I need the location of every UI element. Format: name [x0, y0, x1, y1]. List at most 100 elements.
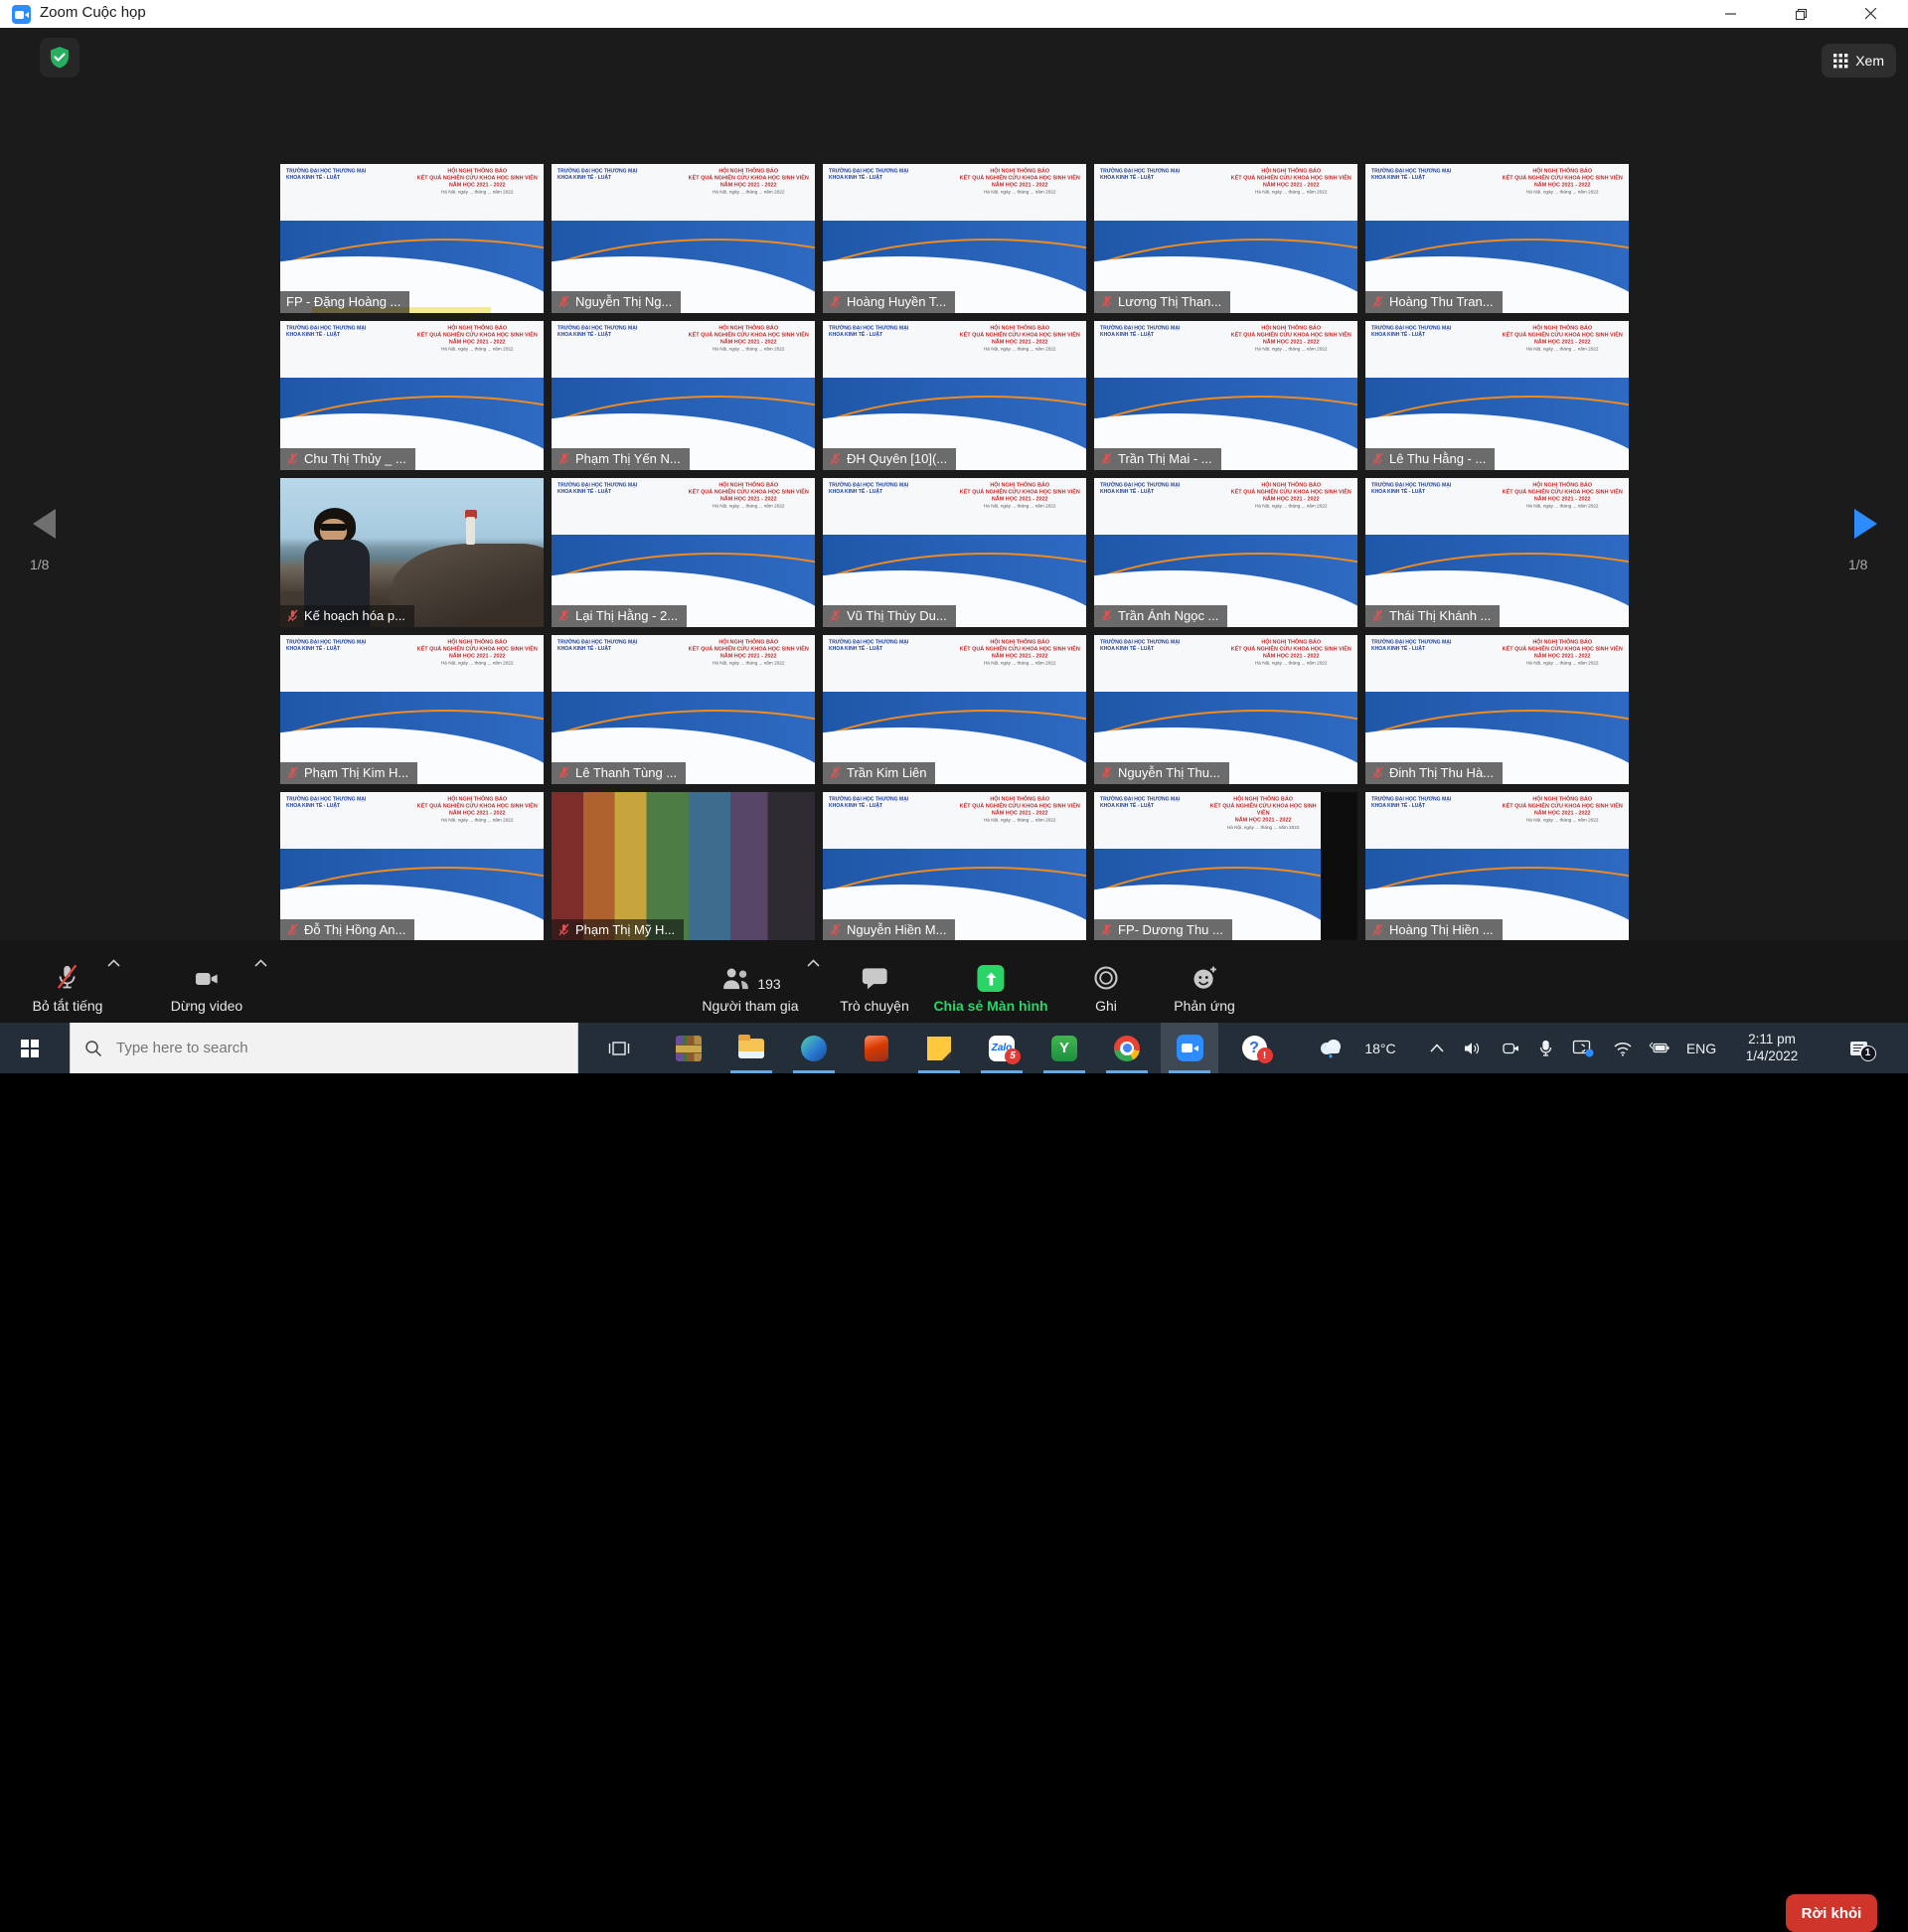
- participant-tile[interactable]: TRƯỜNG ĐẠI HỌC THƯƠNG MẠIKHOA KINH TẾ - …: [823, 321, 1086, 470]
- security-shield-icon[interactable]: [40, 38, 80, 78]
- wifi-icon[interactable]: [1608, 1023, 1638, 1073]
- participant-tile[interactable]: TRƯỜNG ĐẠI HỌC THƯƠNG MẠIKHOA KINH TẾ - …: [552, 635, 815, 784]
- minimize-button[interactable]: [1696, 0, 1766, 28]
- slide-university-text: TRƯỜNG ĐẠI HỌC THƯƠNG MẠIKHOA KINH TẾ - …: [1100, 168, 1180, 181]
- participant-tile[interactable]: TRƯỜNG ĐẠI HỌC THƯƠNG MẠIKHOA KINH TẾ - …: [1094, 321, 1357, 470]
- temperature-label[interactable]: 18°C: [1357, 1023, 1403, 1073]
- participant-name: Phạm Thị Kim H...: [304, 764, 408, 781]
- slide-university-text: TRƯỜNG ĐẠI HỌC THƯƠNG MẠIKHOA KINH TẾ - …: [829, 796, 908, 809]
- notification-center-button[interactable]: 1: [1836, 1023, 1880, 1073]
- participant-tile[interactable]: TRƯỜNG ĐẠI HỌC THƯƠNG MẠIKHOA KINH TẾ - …: [552, 478, 815, 627]
- taskbar-app-edge[interactable]: [785, 1023, 843, 1073]
- taskbar-search[interactable]: [70, 1023, 578, 1073]
- leave-meeting-button[interactable]: Rời khỏi: [1786, 1894, 1877, 1932]
- chat-label: Trò chuyện: [840, 998, 909, 1014]
- participant-name: Lê Thu Hằng - ...: [1389, 450, 1486, 467]
- camera-tray-icon[interactable]: [1496, 1023, 1525, 1073]
- participant-tile[interactable]: TRƯỜNG ĐẠI HỌC THƯƠNG MẠIKHOA KINH TẾ - …: [1094, 792, 1357, 941]
- participant-tile[interactable]: TRƯỜNG ĐẠI HỌC THƯƠNG MẠIKHOA KINH TẾ - …: [1094, 635, 1357, 784]
- participant-tile[interactable]: TRƯỜNG ĐẠI HỌC THƯƠNG MẠIKHOA KINH TẾ - …: [823, 792, 1086, 941]
- slide-university-text: TRƯỜNG ĐẠI HỌC THƯƠNG MẠIKHOA KINH TẾ - …: [829, 639, 908, 652]
- participant-name-bar: Vũ Thị Thùy Du...: [823, 605, 956, 627]
- slide-university-text: TRƯỜNG ĐẠI HỌC THƯƠNG MẠIKHOA KINH TẾ - …: [1371, 168, 1451, 181]
- share-screen-label: Chia sẻ Màn hình: [933, 998, 1047, 1014]
- participant-tile[interactable]: TRƯỜNG ĐẠI HỌC THƯƠNG MẠIKHOA KINH TẾ - …: [823, 164, 1086, 313]
- participant-name-bar: Lương Thị Than...: [1094, 291, 1230, 313]
- restore-button[interactable]: [1766, 0, 1835, 28]
- previous-page-arrow[interactable]: [33, 509, 56, 539]
- microphone-tray-icon[interactable]: [1531, 1023, 1559, 1073]
- video-options-caret[interactable]: [254, 954, 267, 972]
- weather-icon[interactable]: [1314, 1023, 1348, 1073]
- view-button[interactable]: Xem: [1822, 44, 1896, 78]
- close-button[interactable]: [1836, 0, 1906, 28]
- participant-tile[interactable]: TRƯỜNG ĐẠI HỌC THƯƠNG MẠIKHOA KINH TẾ - …: [280, 635, 544, 784]
- participant-tile[interactable]: Phạm Thị Mỹ H...: [552, 792, 815, 941]
- next-page-arrow[interactable]: [1854, 509, 1877, 539]
- participant-tile[interactable]: TRƯỜNG ĐẠI HỌC THƯƠNG MẠIKHOA KINH TẾ - …: [1365, 635, 1629, 784]
- battery-icon[interactable]: [1642, 1023, 1675, 1073]
- unmute-button[interactable]: Bỏ tắt tiếng: [33, 940, 103, 1023]
- mic-muted-icon: [286, 766, 299, 779]
- participants-options-caret[interactable]: [807, 954, 820, 972]
- record-button[interactable]: Ghi: [1092, 940, 1120, 1023]
- taskbar-clock[interactable]: 2:11 pm 1/4/2022: [1731, 1023, 1813, 1073]
- participant-tile[interactable]: TRƯỜNG ĐẠI HỌC THƯƠNG MẠIKHOA KINH TẾ - …: [1365, 164, 1629, 313]
- taskbar-app-zalo[interactable]: Zalo 5: [973, 1023, 1031, 1073]
- participants-count: 193: [757, 976, 780, 992]
- participant-tile[interactable]: Kế hoạch hóa p...: [280, 478, 544, 627]
- volume-icon[interactable]: [1457, 1023, 1487, 1073]
- mic-muted-icon: [557, 609, 570, 622]
- taskbar-app-green-y[interactable]: Y: [1035, 1023, 1093, 1073]
- participants-label: Người tham gia: [702, 998, 798, 1014]
- taskbar-app-office[interactable]: [848, 1023, 905, 1073]
- zoom-app-icon: [12, 5, 31, 24]
- stop-video-button[interactable]: Dừng video: [171, 940, 242, 1023]
- edge-browser-icon: [801, 1036, 827, 1061]
- chat-bubble-icon: [861, 965, 888, 992]
- participant-tile[interactable]: TRƯỜNG ĐẠI HỌC THƯƠNG MẠIKHOA KINH TẾ - …: [1365, 321, 1629, 470]
- mic-muted-icon: [286, 923, 299, 936]
- participant-tile[interactable]: TRƯỜNG ĐẠI HỌC THƯƠNG MẠIKHOA KINH TẾ - …: [823, 635, 1086, 784]
- participant-tile[interactable]: TRƯỜNG ĐẠI HỌC THƯƠNG MẠIKHOA KINH TẾ - …: [1094, 478, 1357, 627]
- participant-tile[interactable]: TRƯỜNG ĐẠI HỌC THƯƠNG MẠIKHOA KINH TẾ - …: [1365, 792, 1629, 941]
- slide-title-text: HỘI NGHỊ THÔNG BÁOKẾT QUẢ NGHIÊN CỨU KHO…: [956, 325, 1083, 354]
- start-button[interactable]: [0, 1023, 60, 1073]
- search-input[interactable]: [114, 1039, 536, 1057]
- slide-university-text: TRƯỜNG ĐẠI HỌC THƯƠNG MẠIKHOA KINH TẾ - …: [829, 168, 908, 181]
- participant-tile[interactable]: TRƯỜNG ĐẠI HỌC THƯƠNG MẠIKHOA KINH TẾ - …: [1365, 478, 1629, 627]
- taskbar-app-file-explorer[interactable]: [722, 1023, 780, 1073]
- participant-name-bar: Thái Thị Khánh ...: [1365, 605, 1500, 627]
- taskbar-app-zoom[interactable]: [1161, 1023, 1218, 1073]
- task-view-icon: [608, 1039, 630, 1058]
- slide-university-text: TRƯỜNG ĐẠI HỌC THƯƠNG MẠIKHOA KINH TẾ - …: [1100, 482, 1180, 495]
- reactions-button[interactable]: Phản ứng: [1174, 940, 1235, 1023]
- participant-name-bar: Nguyễn Thị Thu...: [1094, 762, 1229, 784]
- tray-overflow-caret[interactable]: [1423, 1023, 1451, 1073]
- slide-title-text: HỘI NGHỊ THÔNG BÁOKẾT QUẢ NGHIÊN CỨU KHO…: [1227, 482, 1354, 511]
- participants-button[interactable]: 193 Người tham gia: [702, 940, 798, 1023]
- view-button-label: Xem: [1855, 53, 1884, 69]
- participant-tile[interactable]: TRƯỜNG ĐẠI HỌC THƯƠNG MẠIKHOA KINH TẾ - …: [280, 792, 544, 941]
- page-indicator-right: 1/8: [1848, 557, 1867, 572]
- taskbar-app-winrar[interactable]: [660, 1023, 717, 1073]
- notification-icon: 1: [1850, 1042, 1867, 1055]
- taskbar-app-sticky-notes[interactable]: [910, 1023, 968, 1073]
- participant-name: Phạm Thị Yến N...: [575, 450, 681, 467]
- chat-button[interactable]: Trò chuyện: [840, 940, 909, 1023]
- participant-tile[interactable]: TRƯỜNG ĐẠI HỌC THƯƠNG MẠIKHOA KINH TẾ - …: [823, 478, 1086, 627]
- participant-tile[interactable]: TRƯỜNG ĐẠI HỌC THƯƠNG MẠIKHOA KINH TẾ - …: [552, 164, 815, 313]
- participant-tile[interactable]: TRƯỜNG ĐẠI HỌC THƯƠNG MẠIKHOA KINH TẾ - …: [280, 164, 544, 313]
- slide-university-text: TRƯỜNG ĐẠI HỌC THƯƠNG MẠIKHOA KINH TẾ - …: [1371, 639, 1451, 652]
- participant-name-bar: FP- Dương Thu ...: [1094, 919, 1232, 941]
- screen-share-sync-icon[interactable]: [1566, 1023, 1600, 1073]
- participant-tile[interactable]: TRƯỜNG ĐẠI HỌC THƯƠNG MẠIKHOA KINH TẾ - …: [552, 321, 815, 470]
- taskbar-app-chrome[interactable]: [1098, 1023, 1156, 1073]
- share-screen-button[interactable]: Chia sẻ Màn hình: [933, 940, 1047, 1023]
- task-view-button[interactable]: [590, 1023, 648, 1073]
- language-indicator[interactable]: ENG: [1681, 1023, 1721, 1073]
- taskbar-app-help[interactable]: ?!: [1225, 1023, 1283, 1073]
- mic-options-caret[interactable]: [107, 954, 120, 972]
- participant-tile[interactable]: TRƯỜNG ĐẠI HỌC THƯƠNG MẠIKHOA KINH TẾ - …: [1094, 164, 1357, 313]
- participant-tile[interactable]: TRƯỜNG ĐẠI HỌC THƯƠNG MẠIKHOA KINH TẾ - …: [280, 321, 544, 470]
